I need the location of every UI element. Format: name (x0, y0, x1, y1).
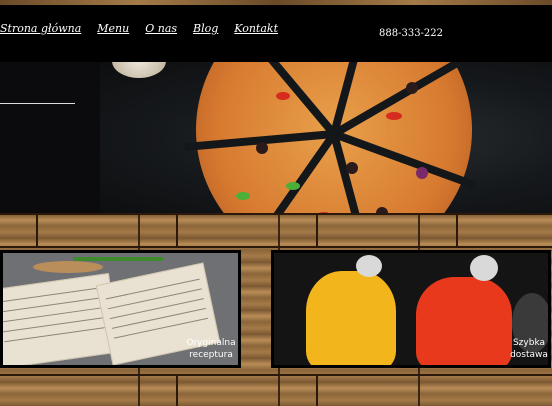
card-caption: Oryginalna receptura (181, 337, 238, 361)
caption-line: dostawa (510, 350, 548, 360)
nav-link-about[interactable]: O nas (145, 22, 177, 35)
headlight-icon (356, 255, 382, 277)
plank-seam (316, 374, 318, 406)
wooden-spoon-image (33, 261, 103, 273)
nav-link-blog[interactable]: Blog (193, 22, 218, 35)
card-caption: Szybka dostawa (508, 337, 548, 361)
main-nav: Strona główna Menu O nas Blog Kontakt (0, 22, 278, 35)
plank-seam (456, 213, 458, 246)
plank-seam (36, 213, 38, 246)
olive-topping (346, 162, 358, 174)
nav-link-menu[interactable]: Menu (97, 22, 129, 35)
headlight-icon (470, 255, 498, 281)
phone-number[interactable]: 888-333-222 (379, 28, 443, 39)
caption-line: Szybka (512, 338, 546, 348)
pepper-topping (276, 92, 290, 100)
book-text-line (113, 317, 209, 339)
olive-topping (376, 207, 388, 213)
book-text-line (105, 278, 200, 300)
caption-line: Oryginalna (186, 338, 236, 348)
plank-seam (316, 213, 318, 246)
herb-image (73, 257, 163, 261)
hero-divider (0, 103, 75, 104)
pepper-topping (286, 182, 300, 190)
nav-link-home[interactable]: Strona główna (0, 22, 81, 35)
pepper-topping (316, 212, 332, 213)
top-navigation-bar: Strona główna Menu O nas Blog Kontakt 88… (0, 0, 552, 62)
feature-card-delivery[interactable]: Szybka dostawa (271, 250, 551, 368)
red-scooter-image (416, 277, 512, 365)
top-border (0, 0, 552, 5)
book-text-line (107, 288, 202, 310)
caption-line: receptura (189, 350, 233, 360)
olive-topping (406, 82, 418, 94)
slice-cut (332, 130, 477, 190)
olive-topping (256, 142, 268, 154)
yellow-scooter-image (306, 271, 396, 365)
pizza-image (184, 62, 477, 213)
book-text-line (3, 286, 104, 303)
book-text-line (111, 307, 206, 329)
feature-card-recipe[interactable]: Oryginalna receptura (0, 250, 241, 368)
plank-seam (176, 213, 178, 246)
pepper-topping (236, 192, 250, 200)
plank-seam (176, 374, 178, 406)
plank-seam (0, 213, 552, 215)
book-text-line (109, 298, 204, 320)
pepper-topping (386, 112, 402, 120)
hero-banner (0, 62, 552, 213)
onion-topping (416, 167, 428, 179)
plank-seam (0, 246, 552, 248)
nav-link-contact[interactable]: Kontakt (234, 22, 278, 35)
plank-seam (0, 374, 552, 376)
